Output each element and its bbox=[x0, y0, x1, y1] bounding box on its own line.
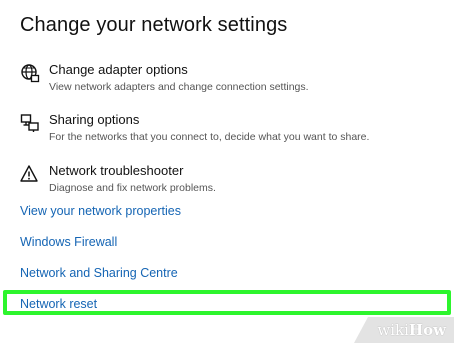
highlight-box bbox=[3, 290, 451, 315]
option-title: Sharing options bbox=[49, 112, 140, 127]
link-view-network-properties[interactable]: View your network properties bbox=[20, 204, 181, 218]
option-description: For the networks that you connect to, de… bbox=[49, 131, 370, 143]
option-title: Network troubleshooter bbox=[49, 163, 184, 178]
watermark-suffix: How bbox=[408, 321, 446, 339]
sharing-icon bbox=[20, 113, 40, 133]
link-windows-firewall[interactable]: Windows Firewall bbox=[20, 235, 117, 249]
warning-icon bbox=[20, 164, 40, 184]
option-description: Diagnose and fix network problems. bbox=[49, 182, 216, 194]
option-description: View network adapters and change connect… bbox=[49, 81, 309, 93]
link-network-sharing-centre[interactable]: Network and Sharing Centre bbox=[20, 266, 178, 280]
option-title: Change adapter options bbox=[49, 62, 188, 77]
watermark-prefix: wiki bbox=[377, 321, 409, 339]
wikihow-watermark: wikiHow bbox=[354, 317, 454, 343]
globe-icon bbox=[20, 63, 40, 83]
page-title: Change your network settings bbox=[20, 14, 288, 36]
